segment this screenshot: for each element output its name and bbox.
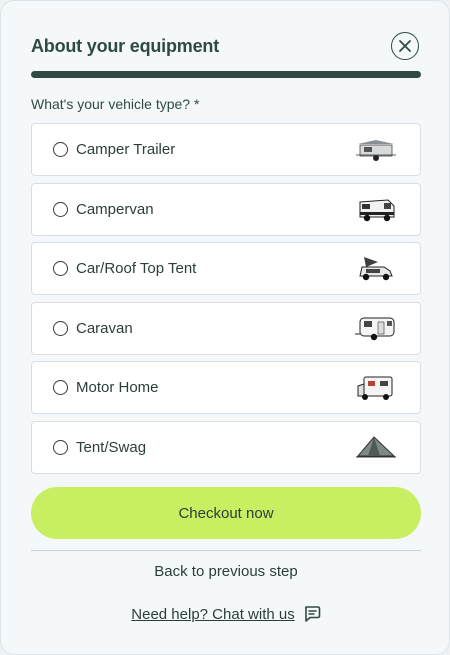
option-camper-trailer[interactable]: Camper Trailer bbox=[31, 123, 421, 176]
camper-trailer-image bbox=[356, 139, 396, 161]
caravan-image bbox=[355, 317, 395, 341]
radio-button[interactable] bbox=[53, 439, 68, 455]
tent-image bbox=[356, 436, 396, 458]
close-icon bbox=[399, 40, 411, 52]
option-label: Tent/Swag bbox=[76, 438, 147, 456]
option-label: Car/Roof Top Tent bbox=[76, 260, 197, 278]
chat-help-link[interactable]: Need help? Chat with us bbox=[131, 606, 294, 623]
back-link[interactable]: Back to previous step bbox=[1, 563, 450, 580]
progress-bar bbox=[31, 71, 421, 78]
radio-button[interactable] bbox=[53, 380, 68, 396]
vehicle-type-question: What's your vehicle type? * bbox=[31, 96, 200, 112]
option-tent-swag[interactable]: Tent/Swag bbox=[31, 420, 421, 474]
radio-button[interactable] bbox=[53, 201, 68, 217]
campervan-image bbox=[359, 199, 395, 222]
vehicle-type-options: Camper Trailer Campervan Car/Roof Top Te… bbox=[31, 123, 421, 481]
option-car-roof-top-tent[interactable]: Car/Roof Top Tent bbox=[31, 242, 421, 296]
roof-top-tent-image bbox=[359, 256, 393, 280]
option-motor-home[interactable]: Motor Home bbox=[31, 361, 421, 415]
checkout-button[interactable]: Checkout now bbox=[31, 487, 421, 539]
radio-button[interactable] bbox=[53, 142, 68, 157]
option-label: Caravan bbox=[76, 319, 133, 337]
option-label: Motor Home bbox=[76, 379, 159, 397]
close-button[interactable] bbox=[391, 32, 419, 60]
divider bbox=[31, 550, 421, 551]
option-label: Camper Trailer bbox=[76, 141, 176, 158]
radio-button[interactable] bbox=[53, 261, 68, 277]
option-label: Campervan bbox=[76, 200, 154, 218]
help-row: Need help? Chat with us bbox=[1, 605, 450, 623]
chat-icon[interactable] bbox=[303, 605, 321, 623]
equipment-modal: About your equipment What's your vehicle… bbox=[0, 0, 450, 655]
motor-home-image bbox=[357, 376, 393, 400]
option-campervan[interactable]: Campervan bbox=[31, 182, 421, 236]
modal-title: About your equipment bbox=[31, 35, 219, 56]
radio-button[interactable] bbox=[53, 320, 68, 336]
option-caravan[interactable]: Caravan bbox=[31, 301, 421, 355]
